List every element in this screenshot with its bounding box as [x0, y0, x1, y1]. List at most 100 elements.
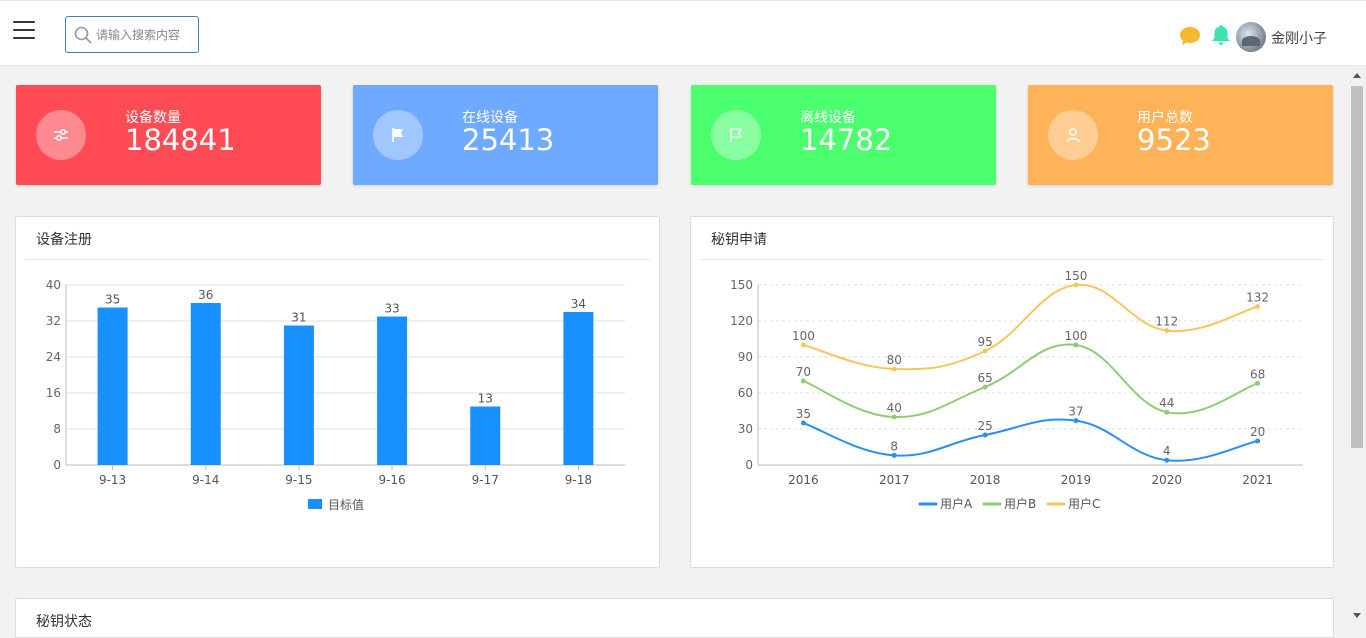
user-name[interactable]: 金刚小子: [1271, 28, 1327, 48]
point-value-label: 100: [1064, 329, 1087, 343]
data-point[interactable]: [891, 452, 897, 458]
stat-icon-circle: [1048, 110, 1098, 160]
y-tick-label: 150: [730, 278, 753, 292]
bar-value-label: 34: [571, 297, 586, 311]
data-point[interactable]: [1164, 409, 1170, 415]
data-point[interactable]: [1073, 282, 1079, 288]
point-value-label: 112: [1155, 315, 1178, 329]
scroll-thumb[interactable]: [1351, 86, 1363, 448]
legend-label[interactable]: 用户B: [1004, 496, 1036, 511]
bar-value-label: 33: [384, 302, 399, 316]
chat-icon[interactable]: [1178, 25, 1202, 47]
x-tick-label: 9-13: [99, 473, 126, 487]
point-value-label: 68: [1250, 367, 1265, 381]
flag-outline-icon: [730, 128, 743, 142]
legend-label[interactable]: 用户A: [940, 496, 973, 511]
x-tick-label: 9-14: [192, 473, 219, 487]
data-point[interactable]: [982, 384, 988, 390]
search-input[interactable]: [96, 25, 194, 45]
data-point[interactable]: [800, 420, 806, 426]
y-tick-label: 24: [46, 350, 61, 364]
scrollbar[interactable]: [1349, 66, 1366, 626]
point-value-label: 65: [977, 371, 992, 385]
flag-icon: [392, 128, 403, 142]
point-value-label: 37: [1068, 405, 1083, 419]
x-tick-label: 2019: [1061, 473, 1092, 487]
data-point[interactable]: [1255, 304, 1261, 310]
data-point[interactable]: [1073, 342, 1079, 348]
stat-icon-circle: [36, 110, 86, 160]
bar-value-label: 31: [291, 311, 306, 325]
point-value-label: 20: [1250, 425, 1265, 439]
bell-icon[interactable]: [1209, 23, 1233, 47]
x-tick-label: 9-15: [285, 473, 312, 487]
x-tick-label: 2018: [970, 473, 1001, 487]
point-value-label: 25: [977, 419, 992, 433]
stat-card-devices[interactable]: 设备数量 184841: [16, 85, 321, 185]
bar[interactable]: [97, 307, 128, 466]
legend-label[interactable]: 用户C: [1068, 496, 1100, 511]
data-point[interactable]: [1255, 438, 1261, 444]
y-tick-label: 8: [53, 422, 61, 436]
data-point[interactable]: [891, 414, 897, 420]
bar[interactable]: [563, 312, 594, 465]
point-value-label: 80: [887, 353, 902, 367]
x-tick-label: 2017: [879, 473, 910, 487]
y-tick-label: 90: [738, 350, 753, 364]
stat-card-users[interactable]: 用户总数 9523: [1028, 85, 1333, 185]
data-point[interactable]: [800, 342, 806, 348]
data-point[interactable]: [982, 348, 988, 354]
y-tick-label: 60: [738, 386, 753, 400]
search-icon: [74, 26, 92, 44]
bar[interactable]: [470, 406, 501, 466]
stat-card-offline[interactable]: 离线设备 14782: [691, 85, 996, 185]
line-chart: 0 30 60 90 120 150 2016 2017 2018 2019 2020 2021 35 8…: [730, 269, 1303, 511]
data-point[interactable]: [1164, 328, 1170, 334]
key-status-panel: 秘钥状态: [15, 598, 1334, 638]
scroll-up-arrow-icon[interactable]: [1353, 73, 1361, 78]
sliders-icon: [54, 129, 68, 141]
y-tick-label: 0: [745, 458, 753, 472]
avatar[interactable]: [1236, 22, 1266, 52]
y-tick-label: 32: [46, 314, 61, 328]
data-point[interactable]: [800, 378, 806, 384]
bar[interactable]: [377, 316, 408, 466]
y-tick-label: 40: [46, 278, 61, 292]
y-tick-label: 30: [738, 422, 753, 436]
x-tick-label: 2020: [1151, 473, 1182, 487]
stat-card-online[interactable]: 在线设备 25413: [353, 85, 658, 185]
series-line[interactable]: [803, 418, 1258, 462]
bar[interactable]: [190, 303, 221, 465]
data-point[interactable]: [1164, 457, 1170, 463]
data-point[interactable]: [891, 366, 897, 372]
stat-icon-circle: [711, 110, 761, 160]
stat-value: 9523: [1137, 123, 1211, 157]
bar-value-label: 35: [105, 293, 120, 307]
point-value-label: 35: [796, 407, 811, 421]
series-line[interactable]: [803, 343, 1258, 419]
bar-chart: 0 8 16 24 32 40 35 9-13 36 9-14 31 9-15 33 9-16 13 9-17…: [46, 278, 625, 512]
bar[interactable]: [283, 325, 314, 466]
data-point[interactable]: [1255, 380, 1261, 386]
search-box[interactable]: [65, 16, 199, 53]
data-point[interactable]: [1073, 418, 1079, 424]
scroll-down-arrow-icon[interactable]: [1353, 613, 1361, 618]
x-tick-label: 2016: [788, 473, 819, 487]
point-value-label: 70: [796, 365, 811, 379]
y-tick-label: 0: [53, 458, 61, 472]
y-tick-label: 16: [46, 386, 61, 400]
x-tick-label: 9-18: [565, 473, 592, 487]
legend-label[interactable]: 目标值: [328, 497, 364, 512]
point-value-label: 44: [1159, 396, 1174, 410]
legend-swatch[interactable]: [308, 499, 322, 509]
x-tick-label: 9-16: [378, 473, 405, 487]
top-bar: 金刚小子: [0, 0, 1366, 66]
stat-value: 14782: [800, 123, 893, 157]
y-tick-label: 120: [730, 314, 753, 328]
point-value-label: 4: [1163, 444, 1171, 458]
point-value-label: 132: [1246, 291, 1269, 305]
menu-icon[interactable]: [13, 21, 35, 41]
data-point[interactable]: [982, 432, 988, 438]
point-value-label: 8: [890, 439, 898, 453]
point-value-label: 95: [977, 335, 992, 349]
